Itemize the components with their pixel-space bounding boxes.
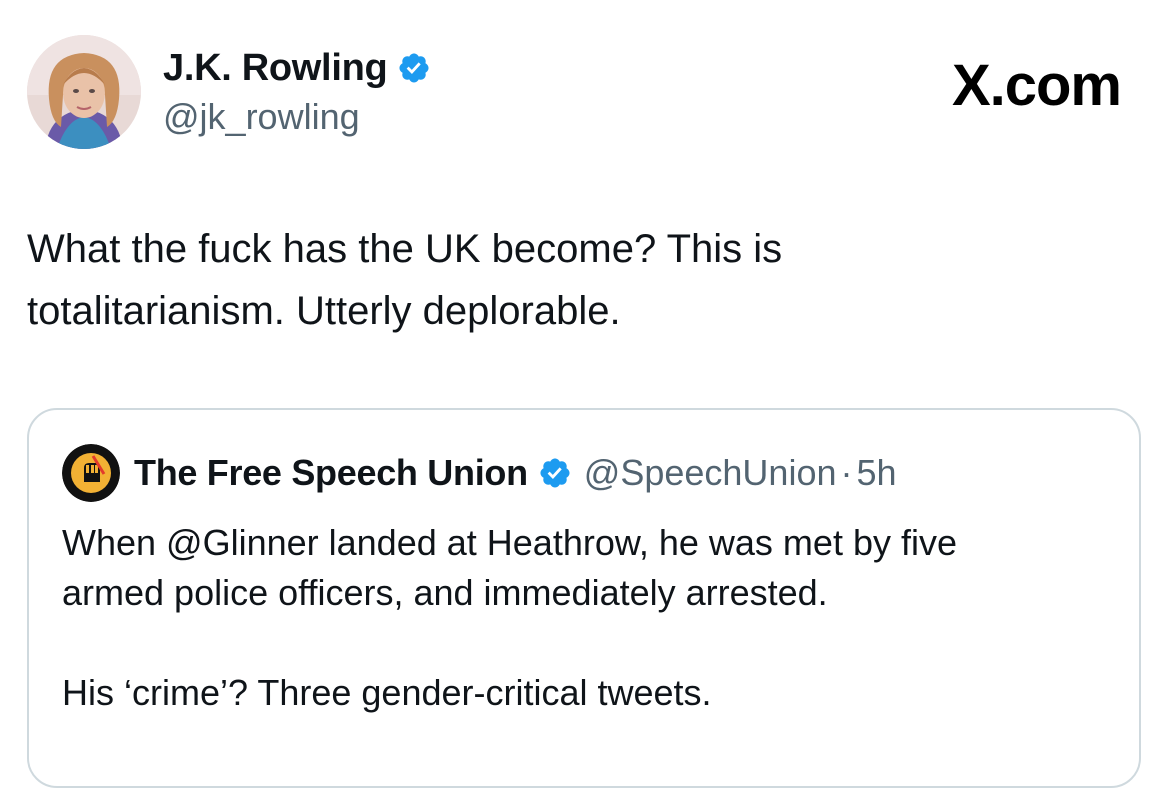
quoted-tweet-text: When @Glinner landed at Heathrow, he was… — [62, 518, 1102, 718]
quoted-tweet-line: When @Glinner landed at Heathrow, he was… — [62, 522, 957, 563]
quoted-tweet-line: armed police officers, and immediately a… — [62, 572, 828, 613]
raised-fist-logo — [62, 444, 120, 502]
author-name-row: J.K. Rowling — [163, 44, 431, 92]
quoted-author-name[interactable]: The Free Speech Union — [134, 452, 528, 494]
quoted-author-avatar[interactable] — [62, 444, 120, 502]
tweet-header: J.K. Rowling @jk_rowling X.com — [0, 0, 1169, 170]
verified-badge-icon — [399, 53, 429, 83]
profile-photo — [27, 35, 141, 149]
author-avatar[interactable] — [27, 35, 141, 149]
verified-badge-icon — [540, 458, 570, 488]
quoted-author-handle[interactable]: @SpeechUnion — [584, 452, 837, 494]
quoted-tweet-header: The Free Speech Union @SpeechUnion · 5h — [62, 444, 897, 502]
tweet-text-line: What the fuck has the UK become? This is — [27, 227, 783, 271]
quoted-tweet-paragraph: His ‘crime’? Three gender-critical tweet… — [62, 672, 712, 713]
brand-logo-text: X.com — [951, 53, 1122, 118]
author-display-name[interactable]: J.K. Rowling — [163, 47, 388, 90]
separator-dot: · — [840, 452, 853, 493]
tweet-text: What the fuck has the UK become? This is… — [27, 218, 1137, 342]
quoted-tweet-paragraph: When @Glinner landed at Heathrow, he was… — [62, 518, 1102, 618]
quoted-tweet-card[interactable]: The Free Speech Union @SpeechUnion · 5h … — [27, 408, 1141, 788]
quoted-tweet-timestamp[interactable]: 5h — [856, 452, 896, 494]
author-handle[interactable]: @jk_rowling — [163, 96, 360, 138]
tweet-text-line: totalitarianism. Utterly deplorable. — [27, 289, 621, 333]
